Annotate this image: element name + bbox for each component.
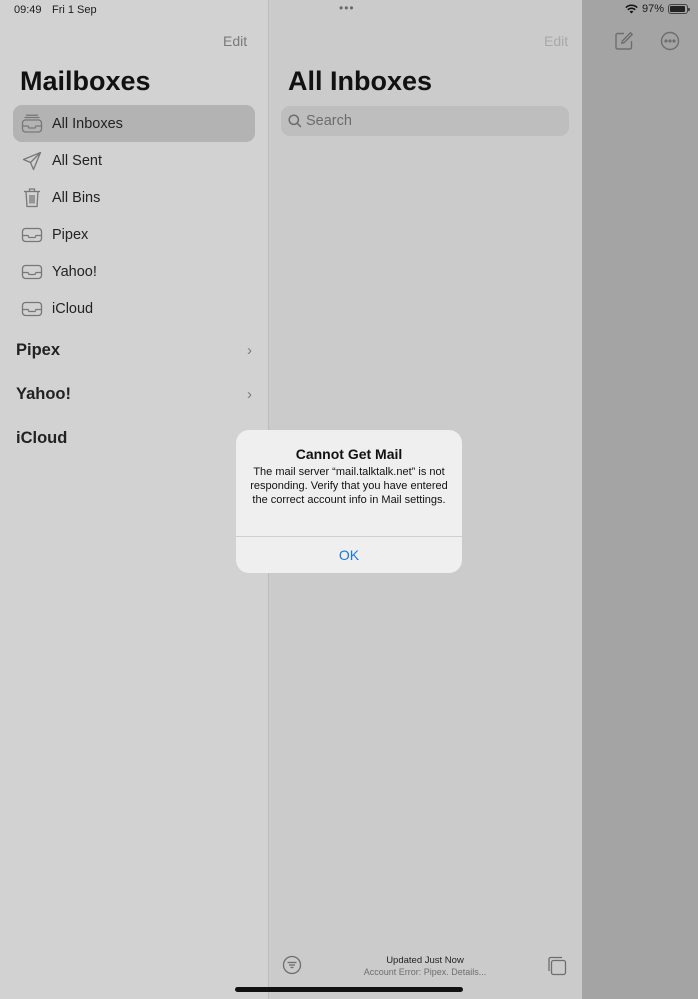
home-indicator[interactable] xyxy=(235,987,463,992)
trash-icon xyxy=(21,187,43,209)
filter-icon[interactable] xyxy=(282,955,302,975)
search-input[interactable]: Search xyxy=(281,106,569,136)
account-label: Pipex xyxy=(16,341,61,359)
status-right: 97% xyxy=(625,3,690,15)
mail-app-screen: 09:49 Fri 1 Sep ••• 97% Edit Mailboxes A… xyxy=(0,0,698,999)
wifi-icon xyxy=(625,4,638,14)
account-error-status[interactable]: Account Error: Pipex. Details... xyxy=(340,967,510,977)
account-icloud[interactable]: iCloud xyxy=(16,429,252,448)
updated-status: Updated Just Now xyxy=(386,955,464,966)
mailbox-label: iCloud xyxy=(52,300,94,317)
mailbox-all-inboxes[interactable]: All Inboxes xyxy=(13,105,255,142)
list-edit-button[interactable]: Edit xyxy=(544,33,568,49)
mailbox-all-sent[interactable]: All Sent xyxy=(13,142,255,179)
compose-icon[interactable] xyxy=(614,31,634,51)
search-icon xyxy=(288,114,302,128)
mail-status[interactable]: Updated Just Now Account Error: Pipex. D… xyxy=(340,955,510,977)
account-yahoo[interactable]: Yahoo! › xyxy=(16,385,252,404)
chevron-right-icon: › xyxy=(247,386,252,403)
alert-ok-button[interactable]: OK xyxy=(236,537,462,573)
mailbox-label: All Sent xyxy=(52,152,102,169)
search-placeholder: Search xyxy=(306,113,352,129)
paperplane-icon xyxy=(21,150,43,172)
mailbox-label: All Inboxes xyxy=(52,115,123,132)
mailbox-list: All Inboxes All Sent All Bins Pipex Yaho… xyxy=(13,105,255,327)
more-icon[interactable] xyxy=(660,31,680,51)
stacked-windows-icon[interactable] xyxy=(546,955,568,977)
mailbox-all-bins[interactable]: All Bins xyxy=(13,179,255,216)
mailbox-icloud[interactable]: iCloud xyxy=(13,290,255,327)
sidebar-edit-button[interactable]: Edit xyxy=(223,33,247,49)
status-date: Fri 1 Sep xyxy=(52,4,97,16)
account-label: Yahoo! xyxy=(16,385,72,403)
tray-stack-icon xyxy=(21,113,43,135)
account-label: iCloud xyxy=(16,429,68,447)
tray-icon xyxy=(21,261,43,283)
detail-pane xyxy=(582,0,698,999)
battery-icon xyxy=(668,4,690,14)
battery-percent: 97% xyxy=(641,3,664,15)
alert-message: The mail server “mail.talktalk.net” is n… xyxy=(250,466,448,506)
error-alert: Cannot Get Mail The mail server “mail.ta… xyxy=(236,430,462,573)
page-title: All Inboxes xyxy=(288,66,433,96)
account-pipex[interactable]: Pipex › xyxy=(16,341,252,360)
mailbox-label: Pipex xyxy=(52,226,89,243)
sidebar-title: Mailboxes xyxy=(20,66,151,96)
mailbox-label: Yahoo! xyxy=(52,263,97,280)
mailbox-label: All Bins xyxy=(52,189,101,206)
chevron-right-icon: › xyxy=(247,342,252,359)
tray-icon xyxy=(21,298,43,320)
alert-title: Cannot Get Mail xyxy=(295,446,403,462)
multitasking-dots-icon[interactable]: ••• xyxy=(339,1,355,15)
tray-icon xyxy=(21,224,43,246)
mailbox-yahoo[interactable]: Yahoo! xyxy=(13,253,255,290)
mailbox-pipex[interactable]: Pipex xyxy=(13,216,255,253)
status-time: 09:49 xyxy=(14,4,42,16)
